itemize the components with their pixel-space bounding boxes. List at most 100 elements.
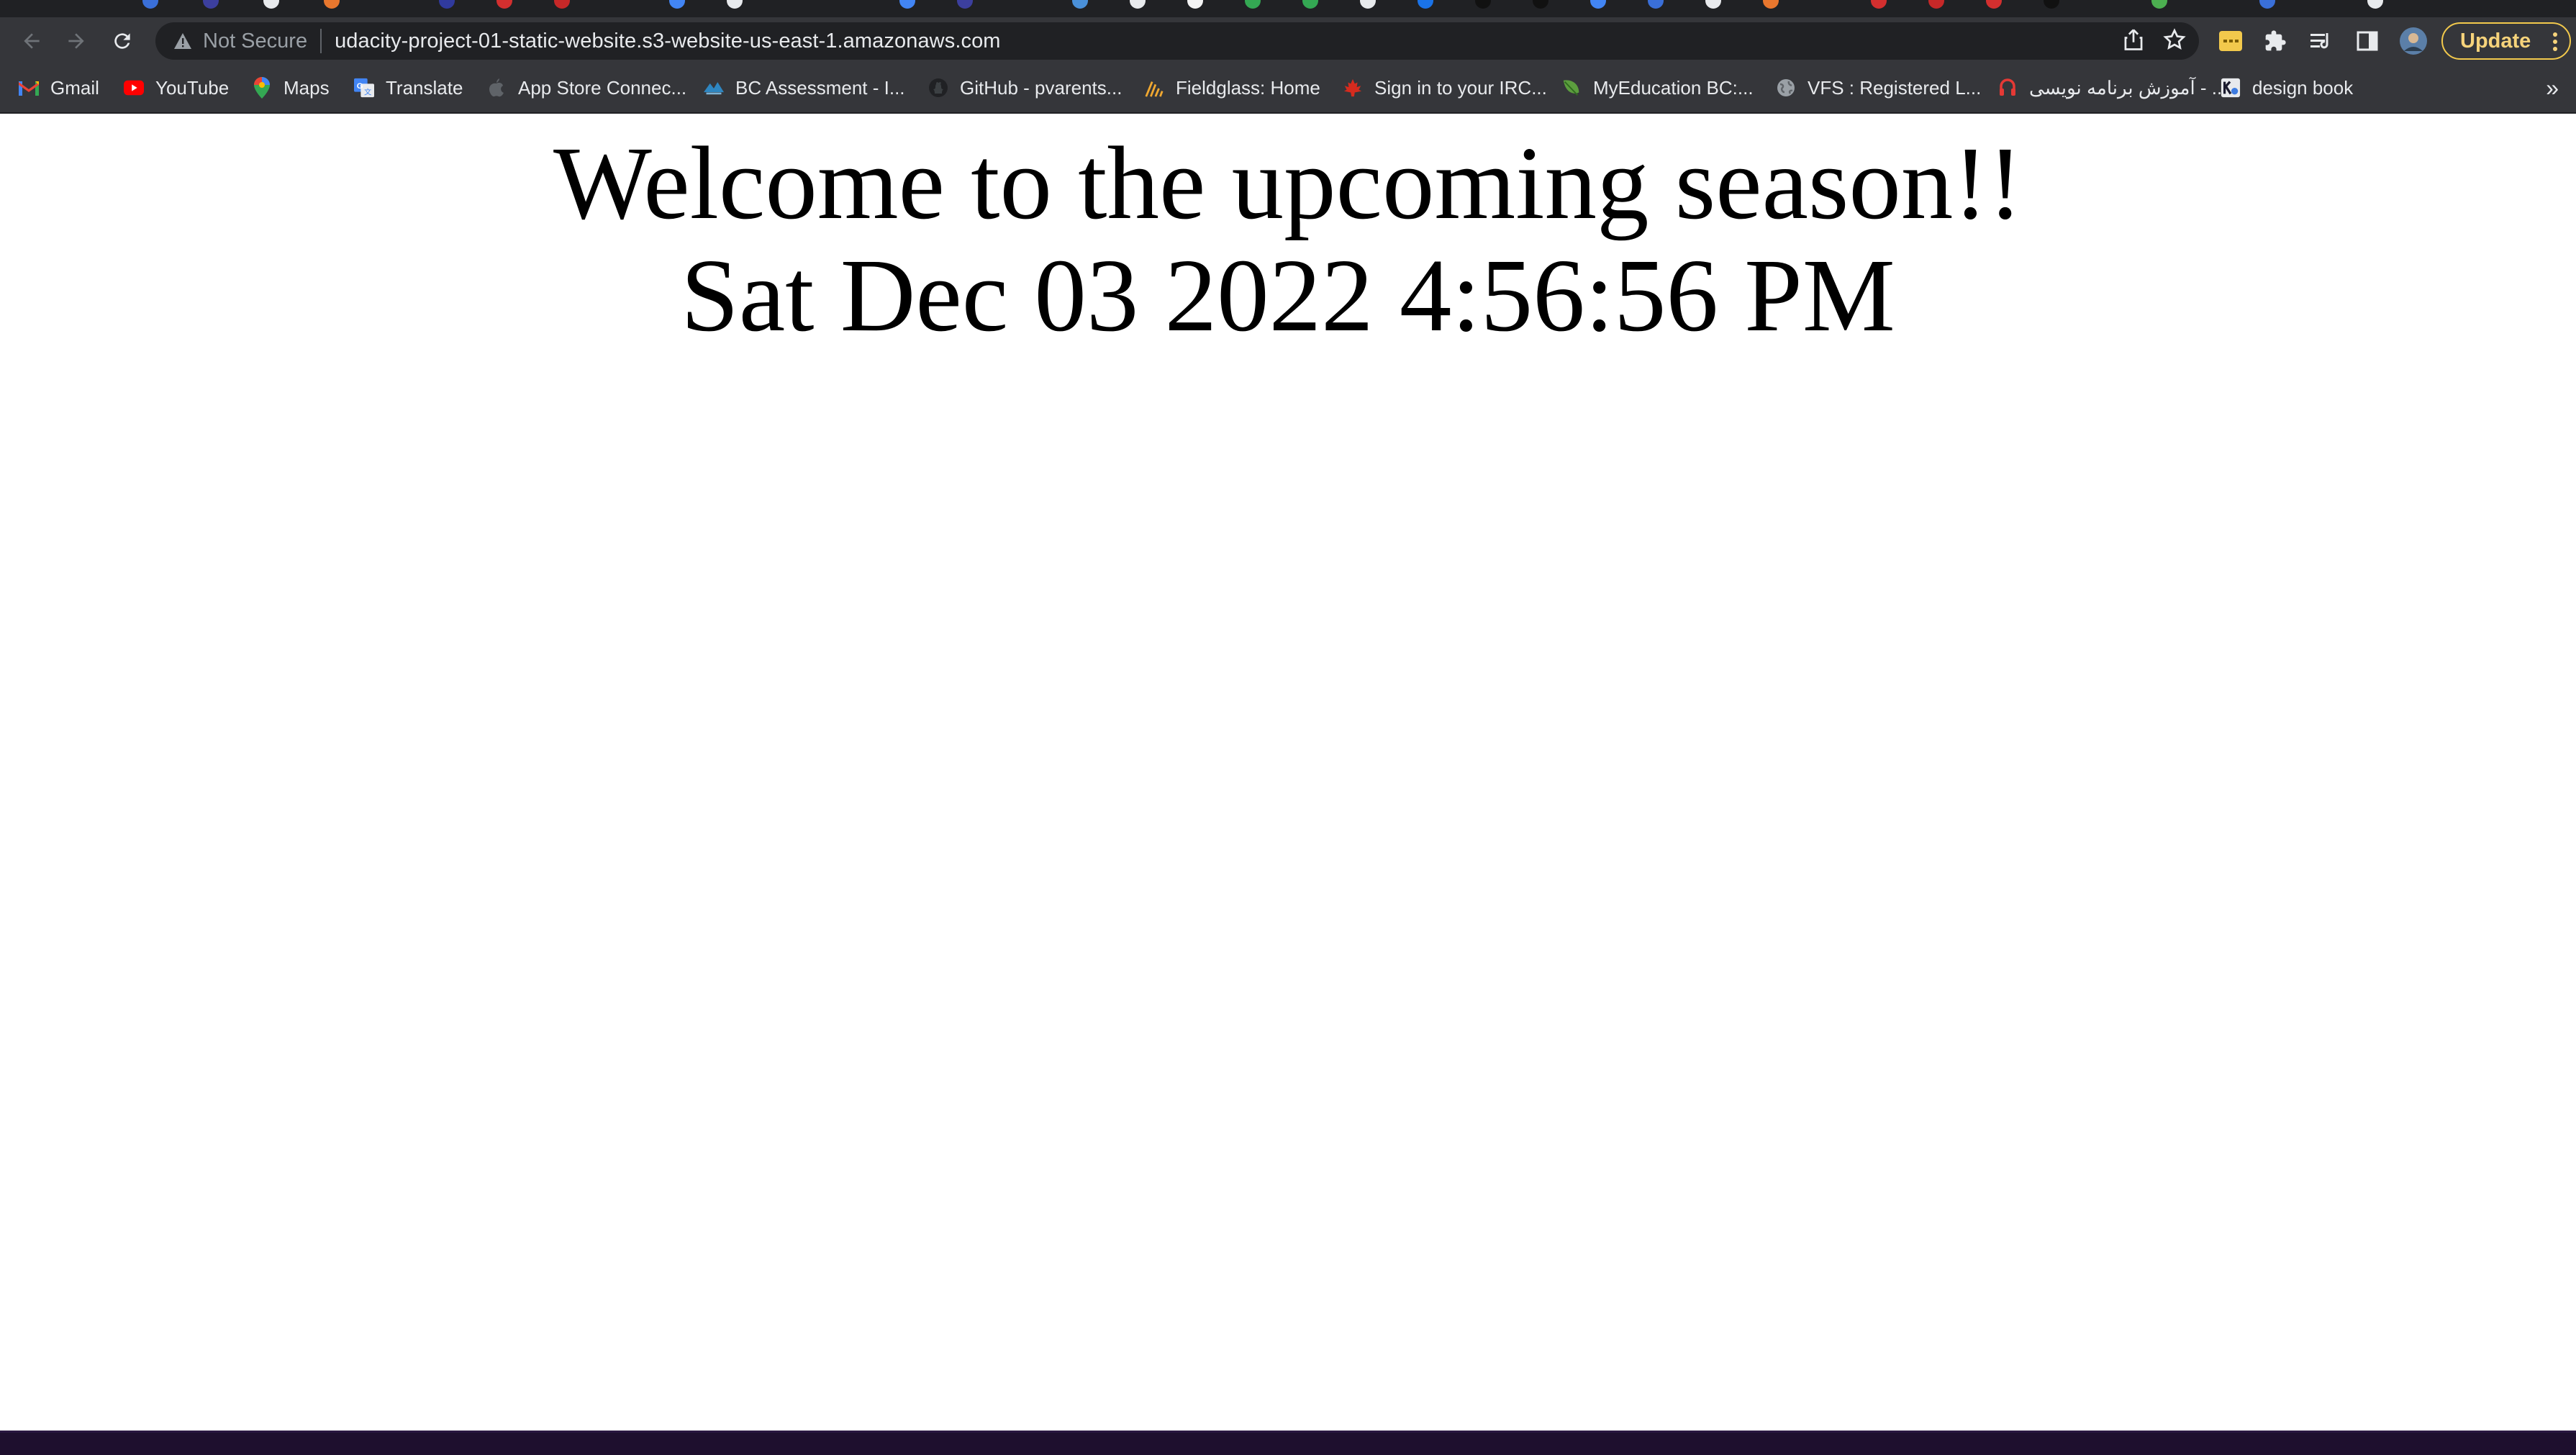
bookmark-label: Translate [386, 76, 463, 99]
back-button[interactable] [16, 25, 47, 57]
bookmark-maps[interactable]: Maps [252, 75, 330, 101]
tab-favicon[interactable] [554, 0, 570, 9]
reading-list-icon[interactable] [2307, 27, 2336, 55]
bookmarks-overflow-icon[interactable]: » [2546, 75, 2559, 101]
bookmarks-bar: Gmail YouTube Maps G文 Translate App Stor… [0, 65, 2576, 114]
extensions-puzzle-icon[interactable] [2261, 27, 2290, 55]
bc-assessment-icon [704, 78, 724, 98]
maple-leaf-icon [1343, 78, 1363, 98]
bookmark-github[interactable]: GitHub - pvarents... [928, 75, 1122, 101]
tab-favicon[interactable] [1763, 0, 1779, 9]
tab-favicon[interactable] [2259, 0, 2275, 9]
gmail-icon [19, 78, 39, 98]
tab-favicon[interactable] [263, 0, 279, 9]
bookmark-label: GitHub - pvarents... [960, 76, 1123, 99]
tab-favicon[interactable] [1475, 0, 1491, 9]
url-text[interactable]: udacity-project-01-static-website.s3-web… [335, 30, 1000, 53]
tab-favicon[interactable] [142, 0, 158, 9]
tab-favicon[interactable] [669, 0, 685, 9]
tab-favicon[interactable] [2044, 0, 2059, 9]
tab-favicon[interactable] [1928, 0, 1944, 9]
tab-favicon[interactable] [1187, 0, 1203, 9]
reload-icon [114, 33, 130, 49]
globe-icon [1776, 78, 1796, 98]
tab-favicon[interactable] [1418, 0, 1433, 9]
bookmark-label: Sign in to your IRC... [1374, 76, 1547, 99]
bookmark-gmail[interactable]: Gmail [19, 75, 99, 101]
bookmark-label: VFS : Registered L... [1808, 76, 1982, 99]
tab-favicon[interactable] [957, 0, 973, 9]
bookmark-label: YouTube [155, 76, 230, 99]
bookmark-app-store-connect[interactable]: App Store Connec... [486, 75, 686, 101]
tab-favicon[interactable] [1360, 0, 1376, 9]
page-headline: Welcome to the upcoming season!! [553, 126, 2023, 241]
svg-text:G: G [357, 82, 363, 91]
bookmark-translate[interactable]: G文 Translate [354, 75, 463, 101]
tab-strip [0, 0, 2576, 17]
more-vert-icon[interactable] [2552, 31, 2558, 58]
bookmark-myeducation[interactable]: MyEducation BC:... [1561, 75, 1754, 101]
translate-icon: G文 [354, 78, 374, 98]
youtube-icon [124, 78, 144, 98]
bookmark-label: MyEducation BC:... [1593, 76, 1754, 99]
bookmark-label: آموزش برنامه نویسی - ... [2029, 76, 2228, 99]
security-status-label[interactable]: Not Secure [203, 30, 307, 53]
tab-favicon[interactable] [203, 0, 219, 9]
bookmark-persian-programming[interactable]: آموزش برنامه نویسی - ... [1997, 75, 2227, 101]
browser-toolbar: Not Secure udacity-project-01-static-web… [0, 17, 2576, 65]
forward-button[interactable] [60, 25, 92, 57]
maps-pin-icon [252, 77, 272, 99]
tab-favicon[interactable] [1302, 0, 1318, 9]
tab-favicon[interactable] [1705, 0, 1721, 9]
editor-status-bar [0, 1431, 2576, 1455]
reload-button[interactable] [106, 25, 138, 57]
tab-favicon[interactable] [1072, 0, 1088, 9]
extension-icon[interactable] [2216, 27, 2245, 55]
github-icon [928, 78, 948, 98]
design-book-icon [2221, 78, 2241, 98]
bookmark-star-icon[interactable] [2163, 27, 2186, 55]
leaf-icon [1561, 78, 1582, 98]
bookmark-irc[interactable]: Sign in to your IRC... [1343, 75, 1547, 101]
tab-favicon[interactable] [1871, 0, 1887, 9]
omnibox-actions [2123, 22, 2186, 60]
bookmark-label: BC Assessment - I... [735, 76, 905, 99]
tab-favicon[interactable] [899, 0, 915, 9]
tab-favicon[interactable] [1986, 0, 2002, 9]
headphones-icon [1997, 78, 2018, 98]
bookmark-label: design book [2252, 76, 2354, 99]
tab-favicon[interactable] [439, 0, 455, 9]
tab-favicon[interactable] [1533, 0, 1548, 9]
bookmark-fieldglass[interactable]: Fieldglass: Home [1144, 75, 1320, 101]
current-datetime: Sat Dec 03 2022 4:56:56 PM [681, 238, 1895, 353]
web-page: Welcome to the upcoming season!! Sat Dec… [0, 114, 2576, 1431]
profile-avatar[interactable] [2399, 27, 2428, 55]
tab-favicon[interactable] [1648, 0, 1664, 9]
share-icon[interactable] [2123, 28, 2144, 55]
bookmark-vfs[interactable]: VFS : Registered L... [1776, 75, 1981, 101]
bookmark-design-book[interactable]: design book [2221, 75, 2353, 101]
bookmark-label: Gmail [50, 76, 99, 99]
tab-favicon[interactable] [2151, 0, 2167, 9]
side-panel-icon[interactable] [2353, 27, 2382, 55]
arrow-right-icon [68, 33, 84, 49]
update-button[interactable]: Update [2441, 22, 2571, 60]
bookmark-youtube[interactable]: YouTube [124, 75, 229, 101]
tab-favicon[interactable] [496, 0, 512, 9]
address-bar[interactable]: Not Secure udacity-project-01-static-web… [155, 22, 2199, 60]
tab-favicon[interactable] [1590, 0, 1606, 9]
apple-icon [486, 78, 507, 98]
arrow-left-icon [24, 33, 40, 49]
tab-favicon[interactable] [727, 0, 743, 9]
tab-favicon[interactable] [1245, 0, 1261, 9]
bookmark-label: Maps [284, 76, 330, 99]
update-label: Update [2460, 29, 2531, 53]
warning-triangle-icon[interactable] [171, 30, 194, 53]
tab-favicon[interactable] [2367, 0, 2383, 9]
bookmark-bc-assessment[interactable]: BC Assessment - I... [704, 75, 905, 101]
tab-favicon[interactable] [324, 0, 340, 9]
bookmark-label: Fieldglass: Home [1176, 76, 1320, 99]
omnibox-divider [320, 29, 322, 53]
bookmark-label: App Store Connec... [518, 76, 687, 99]
tab-favicon[interactable] [1130, 0, 1146, 9]
